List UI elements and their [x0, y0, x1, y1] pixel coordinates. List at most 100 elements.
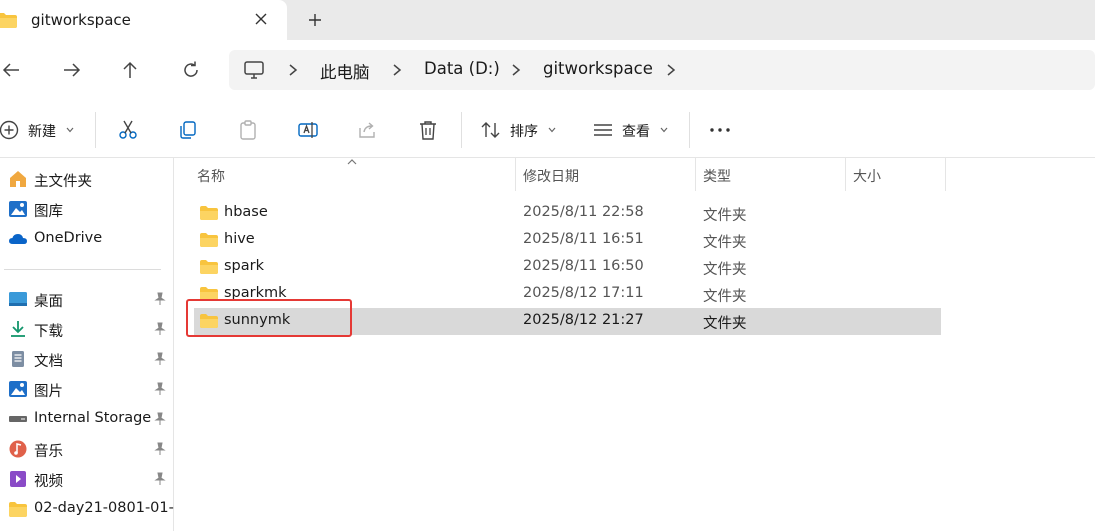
copy-icon[interactable]: [177, 119, 199, 141]
home-icon: [10, 171, 26, 187]
cloud-icon: [9, 234, 27, 244]
document-icon: [12, 351, 24, 367]
chevron-down-icon[interactable]: [548, 127, 556, 133]
sidebar-item-label: Internal Storage: [34, 410, 152, 426]
file-explorer-window: gitworkspace 此电脑 Data (D:) gitworkspace …: [0, 0, 1095, 531]
column-header-size[interactable]: 大小: [853, 166, 881, 186]
close-icon[interactable]: [251, 9, 271, 29]
view-list-icon[interactable]: [592, 119, 614, 141]
pin-icon[interactable]: [153, 382, 167, 396]
column-separator[interactable]: [945, 158, 946, 191]
file-name: spark: [224, 258, 265, 274]
sort-button[interactable]: 排序: [510, 121, 538, 141]
toolbar-divider: [461, 112, 462, 148]
rename-icon[interactable]: [297, 119, 319, 141]
file-row-sparkmk[interactable]: sparkmk 2025/8/12 17:11 文件夹: [194, 281, 941, 308]
sidebar-item-label: 02-day21-0801-01-: [34, 500, 174, 516]
address-bar[interactable]: 此电脑 Data (D:) gitworkspace: [229, 50, 1095, 90]
chevron-right-icon[interactable]: [664, 62, 678, 78]
sidebar-item-label: 主文件夹: [34, 174, 92, 190]
sidebar-item-gallery[interactable]: 图库: [0, 195, 174, 223]
address-row: 此电脑 Data (D:) gitworkspace: [0, 40, 1095, 100]
more-options-icon[interactable]: [709, 119, 731, 141]
column-header-name[interactable]: 名称: [197, 166, 225, 186]
sidebar-item-label: 视频: [34, 474, 63, 490]
gallery-icon: [9, 201, 27, 217]
folder-icon: [0, 13, 17, 28]
desktop-icon: [9, 292, 27, 306]
pin-icon[interactable]: [153, 322, 167, 336]
command-bar: 新建 排序 查看: [0, 100, 1095, 158]
refresh-icon[interactable]: [179, 58, 203, 82]
tab-gitworkspace[interactable]: gitworkspace: [0, 0, 287, 40]
file-type: 文件夹: [703, 262, 747, 278]
breadcrumb-gitworkspace[interactable]: gitworkspace: [543, 59, 653, 78]
folder-icon: [200, 314, 218, 328]
computer-icon[interactable]: [243, 59, 265, 81]
pin-icon[interactable]: [153, 292, 167, 306]
column-header-modified[interactable]: 修改日期: [523, 166, 579, 186]
chevron-right-icon[interactable]: [390, 62, 404, 78]
sidebar-divider: [4, 269, 161, 270]
file-row-hive[interactable]: hive 2025/8/11 16:51 文件夹: [194, 227, 941, 254]
sidebar-item-downloads[interactable]: 下载: [0, 315, 174, 343]
sidebar-item-label: 图库: [34, 204, 63, 220]
sidebar-item-internal-storage[interactable]: Internal Storage: [0, 405, 174, 433]
navigation-pane: 主文件夹 图库 OneDrive 桌面 下载 文档 图片 Internal St…: [0, 158, 174, 531]
column-separator[interactable]: [515, 158, 516, 191]
drive-icon: [9, 416, 27, 422]
paste-icon[interactable]: [237, 119, 259, 141]
chevron-down-icon[interactable]: [66, 127, 74, 133]
new-plus-icon[interactable]: [0, 119, 20, 141]
sidebar-item-label: OneDrive: [34, 230, 103, 246]
up-arrow-icon[interactable]: [118, 58, 142, 82]
chevron-right-icon[interactable]: [509, 62, 523, 78]
download-icon: [11, 321, 25, 337]
file-type: 文件夹: [703, 235, 747, 251]
sidebar-item-videos[interactable]: 视频: [0, 465, 174, 493]
sidebar-item-onedrive[interactable]: OneDrive: [0, 225, 174, 253]
breadcrumb-data-drive[interactable]: Data (D:): [424, 59, 500, 78]
sidebar-item-documents[interactable]: 文档: [0, 345, 174, 373]
share-icon[interactable]: [357, 119, 379, 141]
chevron-right-icon[interactable]: [286, 62, 300, 78]
pin-icon[interactable]: [153, 412, 167, 426]
file-name: hbase: [224, 204, 268, 220]
sidebar-item-pictures[interactable]: 图片: [0, 375, 174, 403]
chevron-down-icon[interactable]: [660, 127, 668, 133]
sort-icon[interactable]: [480, 119, 502, 141]
forward-arrow-icon[interactable]: [59, 58, 83, 82]
file-row-spark[interactable]: spark 2025/8/11 16:50 文件夹: [194, 254, 941, 281]
new-button[interactable]: 新建: [28, 121, 56, 141]
folder-icon: [200, 206, 218, 220]
file-row-hbase[interactable]: hbase 2025/8/11 22:58 文件夹: [194, 200, 941, 227]
delete-icon[interactable]: [417, 119, 439, 141]
sidebar-item-folder[interactable]: 02-day21-0801-01-: [0, 495, 174, 523]
column-separator[interactable]: [695, 158, 696, 191]
file-type: 文件夹: [703, 316, 747, 332]
sidebar-item-music[interactable]: 音乐: [0, 435, 174, 463]
file-modified: 2025/8/12 17:11: [523, 285, 644, 301]
sort-ascending-icon: [347, 159, 357, 165]
pin-icon[interactable]: [153, 442, 167, 456]
sidebar-item-home[interactable]: 主文件夹: [0, 165, 174, 193]
sidebar-item-desktop[interactable]: 桌面: [0, 285, 174, 313]
pictures-icon: [9, 381, 27, 397]
file-name: hive: [224, 231, 255, 247]
pin-icon[interactable]: [153, 352, 167, 366]
tab-strip: gitworkspace: [0, 0, 1095, 40]
column-header-type[interactable]: 类型: [703, 166, 731, 186]
view-button[interactable]: 查看: [622, 121, 650, 141]
column-separator[interactable]: [845, 158, 846, 191]
folder-icon: [200, 260, 218, 274]
music-icon: [9, 440, 27, 458]
breadcrumb-this-pc[interactable]: 此电脑: [320, 59, 370, 83]
toolbar-divider: [95, 112, 96, 148]
cut-icon[interactable]: [117, 119, 139, 141]
file-row-sunnymk[interactable]: sunnymk 2025/8/12 21:27 文件夹: [194, 308, 941, 335]
toolbar-divider: [689, 112, 690, 148]
sidebar-item-label: 桌面: [34, 294, 63, 310]
pin-icon[interactable]: [153, 472, 167, 486]
back-arrow-icon[interactable]: [0, 58, 24, 82]
new-tab-icon[interactable]: [305, 10, 325, 30]
